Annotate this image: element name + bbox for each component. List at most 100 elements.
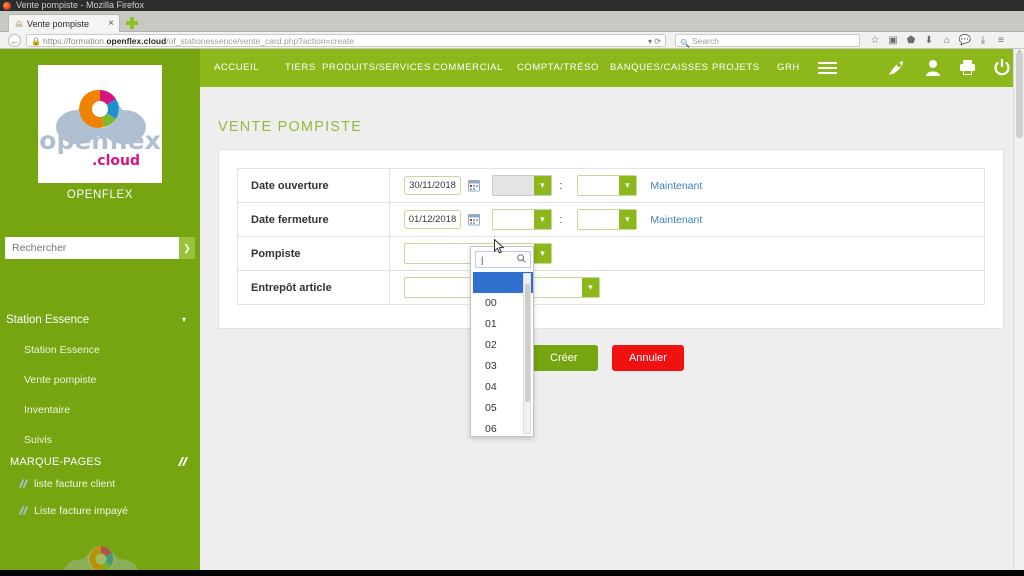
url-input[interactable]: 🔒 https://formation.openflex.cloud/of_sta… — [26, 34, 666, 47]
sidebar-search-input[interactable] — [5, 237, 179, 259]
bookmark-ribbon-icon — [18, 479, 29, 488]
nav-tiers[interactable]: TIERS — [285, 49, 316, 87]
row-label-date-fermeture: Date fermeture — [237, 202, 390, 237]
chevron-down-icon[interactable]: ▾ — [534, 244, 551, 263]
minute-select-ouverture[interactable]: ▾ — [576, 175, 637, 196]
table-row: Date fermeture 01/12/2018 ▾: ▾ Maintena… — [237, 202, 985, 237]
chat-icon[interactable]: 💬 — [956, 34, 974, 47]
bottom-letterbox — [0, 570, 1024, 576]
tab-close-icon[interactable]: × — [108, 15, 114, 33]
downloads-icon[interactable]: ⬇ — [920, 34, 938, 47]
nav-banques-caisses[interactable]: BANQUES/CAISSES — [610, 49, 709, 87]
bookmark-item-label: liste facture client — [34, 478, 116, 490]
chevron-down-icon[interactable]: ▾ — [618, 176, 636, 195]
time-separator: : — [559, 213, 563, 226]
url-bar-controls[interactable]: ▾ ⟳ — [648, 35, 661, 46]
bookmark-item-liste-facture-impaye[interactable]: Liste facture impayé — [18, 503, 194, 519]
rocket-icon[interactable] — [887, 59, 907, 78]
sidebar-item-station-essence[interactable]: Station Essence — [24, 342, 194, 358]
browser-tab[interactable]: Vente pompiste × — [8, 14, 120, 32]
brand-name: OPENFLEX — [66, 189, 134, 201]
reload-icon[interactable]: ⟳ — [654, 37, 661, 46]
printer-icon[interactable] — [957, 59, 977, 78]
browser-toolbar-icons: ☆ ▣ ⬟ ⬇ ⌂ 💬 ⤓ ≡ — [866, 34, 1010, 47]
menu-icon[interactable]: ≡ — [992, 34, 1010, 47]
top-navigation: ACCUEIL TIERS PRODUITS/SERVICES COMMERCI… — [200, 49, 1013, 87]
url-history-dropdown-icon[interactable]: ▾ — [648, 37, 652, 46]
dropdown-scrollbar-thumb[interactable] — [525, 284, 530, 402]
calendar-icon[interactable] — [468, 213, 481, 226]
chevron-down-icon[interactable]: ▾ — [533, 176, 551, 195]
sidebar-item-vente-pompiste[interactable]: Vente pompiste — [24, 372, 194, 388]
nav-commercial[interactable]: COMMERCIAL — [433, 49, 503, 87]
page-scrollbar[interactable]: ▲ — [1013, 49, 1024, 570]
mouse-cursor — [494, 238, 505, 260]
dropdown-scrollbar[interactable] — [523, 273, 531, 434]
save-to-icon[interactable]: ⤓ — [974, 34, 992, 47]
bookmark-item-label: Liste facture impayé — [34, 505, 128, 517]
power-icon[interactable] — [992, 59, 1012, 78]
sidebar-group-station-essence[interactable]: Station Essence ▾ — [6, 311, 194, 329]
shield-icon[interactable]: ⬟ — [902, 34, 920, 47]
chevron-down-icon[interactable]: ▾ — [533, 210, 551, 229]
back-button-icon[interactable]: ← — [8, 34, 21, 47]
firefox-logo-icon — [3, 2, 11, 10]
row-label-pompiste: Pompiste — [237, 236, 390, 271]
user-icon[interactable] — [923, 59, 943, 78]
url-path: /of_stationessence/vente_card.php?action… — [166, 36, 355, 46]
openflex-logo: openflex .cloud — [38, 65, 162, 183]
nav-produits-services[interactable]: PRODUITS/SERVICES — [322, 49, 431, 87]
new-tab-button[interactable] — [126, 17, 138, 29]
page-viewport: openflex .cloud OPENFLEX ❯ Station Essen… — [0, 49, 1024, 570]
sidebar-search-dropdown-icon[interactable]: ❯ — [179, 237, 195, 259]
date-fermeture-input[interactable] — [404, 210, 461, 229]
window-titlebar: Vente pompiste - Mozilla Firefox — [0, 0, 1024, 11]
table-row: Entrepôt article ▾ — [237, 270, 985, 305]
sidebar-item-suivis[interactable]: Suivis — [24, 432, 194, 448]
row-label-date-ouverture: Date ouverture — [237, 168, 390, 203]
date-ouverture-input[interactable] — [404, 176, 461, 195]
hour-select-ouverture[interactable]: ▾ — [491, 175, 552, 196]
svg-text:.cloud: .cloud — [92, 153, 140, 169]
maintenant-link-fermeture[interactable]: Maintenant — [650, 214, 702, 226]
hamburger-menu-button[interactable] — [818, 62, 837, 75]
url-scheme: https://formation. — [43, 36, 107, 46]
calendar-icon[interactable] — [468, 179, 481, 192]
minute-select-fermeture[interactable]: ▾ — [576, 209, 637, 230]
browser-navigation-bar: ← 🔒 https://formation.openflex.cloud/of_s… — [0, 32, 1024, 49]
lock-icon: 🔒 — [31, 37, 41, 46]
cancel-button[interactable]: Annuler — [611, 345, 684, 371]
time-separator: : — [559, 179, 563, 192]
row-label-entrepot-article: Entrepôt article — [237, 270, 390, 305]
maintenant-link-ouverture[interactable]: Maintenant — [650, 180, 702, 192]
browser-search-input[interactable]: 🔍 Search — [675, 34, 860, 48]
row-field-date-fermeture: ▾ : ▾ Maintenant — [389, 202, 985, 237]
hour-select-fermeture[interactable]: ▾ — [491, 209, 552, 230]
table-row: Pompiste ▾ — [237, 236, 985, 271]
sidebar-footer-logo — [56, 542, 146, 570]
chevron-down-icon[interactable]: ▾ — [618, 210, 636, 229]
sidebar-item-label: Vente pompiste — [24, 374, 97, 386]
bookmarks-header: MARQUE-PAGES — [10, 454, 194, 470]
url-domain: openflex.cloud — [106, 36, 167, 46]
row-field-date-ouverture: ▾ : ▾ Maintenant — [389, 168, 985, 203]
create-button[interactable]: Créer — [530, 345, 598, 371]
nav-grh[interactable]: GRH — [777, 49, 800, 87]
hour-dropdown-panel[interactable]: | 00 01 02 03 04 05 06 — [470, 246, 534, 437]
bookmark-item-liste-facture-client[interactable]: liste facture client — [18, 476, 194, 492]
sidebar-item-inventaire[interactable]: Inventaire — [24, 402, 194, 418]
pocket-icon[interactable]: ▣ — [884, 34, 902, 47]
nav-compta-treso[interactable]: COMPTA/TRÉSO — [517, 49, 599, 87]
chevron-down-icon[interactable]: ▾ — [182, 311, 186, 329]
nav-accueil[interactable]: ACCUEIL — [214, 49, 259, 87]
home-icon[interactable]: ⌂ — [938, 34, 956, 47]
nav-projets[interactable]: PROJETS — [712, 49, 760, 87]
vente-pompiste-form-table: Date ouverture 30/11/2018 ▾: ▾ Maintena… — [237, 168, 985, 305]
page-content: VENTE POMPISTE Date ouverture 30/11/2018… — [200, 87, 1013, 570]
window-title: Vente pompiste - Mozilla Firefox — [16, 0, 145, 10]
bookmark-star-icon[interactable]: ☆ — [866, 34, 884, 47]
sidebar-item-label: Suivis — [24, 434, 53, 446]
sidebar-group-label: Station Essence — [6, 314, 90, 326]
page-scrollbar-thumb[interactable] — [1016, 52, 1023, 138]
chevron-down-icon[interactable]: ▾ — [582, 278, 599, 297]
